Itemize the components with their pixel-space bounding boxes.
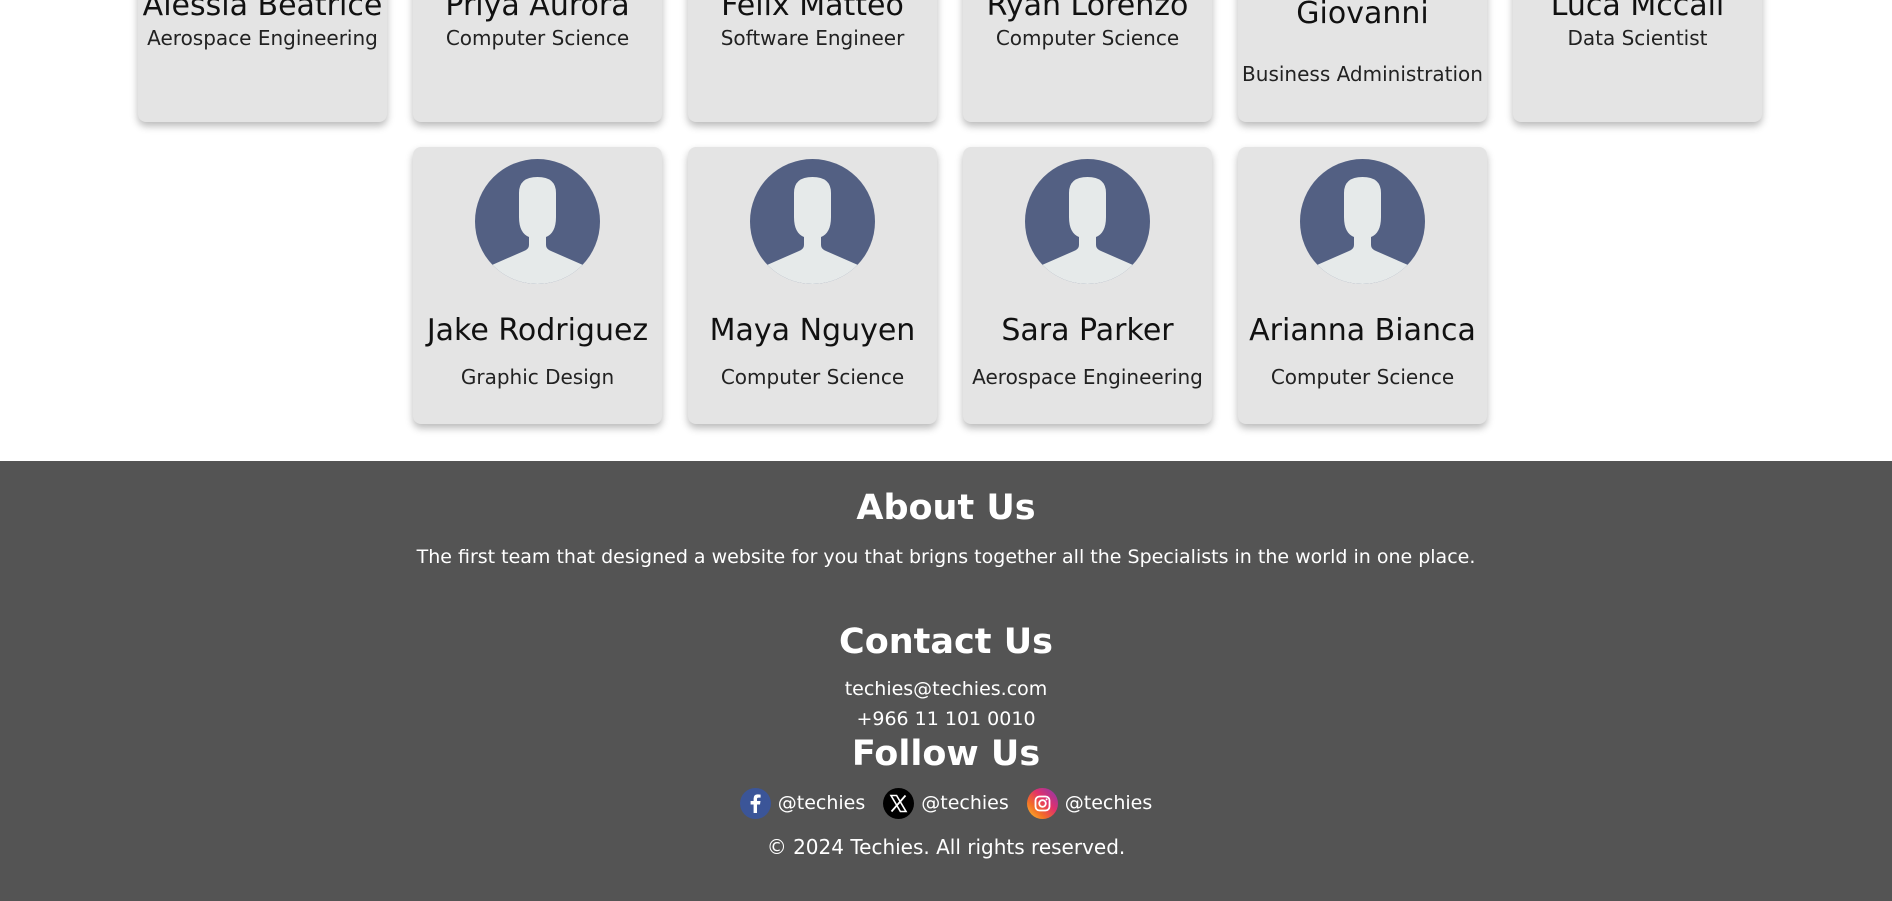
- team-card: Maya Nguyen Computer Science: [688, 147, 937, 424]
- site-footer: About Us The first team that designed a …: [0, 461, 1892, 901]
- instagram-link[interactable]: @techies: [1026, 787, 1153, 819]
- team-card: Ryan Lorenzo Computer Science: [963, 0, 1212, 122]
- team-card: Luca Mccall Data Scientist: [1513, 0, 1762, 122]
- x-handle: @techies: [921, 792, 1009, 814]
- member-major: Aerospace Engineering: [147, 26, 378, 50]
- member-major: Business Administration: [1242, 62, 1483, 86]
- member-name: Alessia Beatrice: [142, 0, 383, 23]
- member-major: Computer Science: [1270, 365, 1455, 389]
- member-name: Arianna Bianca: [1249, 313, 1476, 348]
- person-avatar-icon: [750, 159, 875, 284]
- member-name: Ryan Lorenzo: [986, 0, 1189, 23]
- member-major: Data Scientist: [1567, 26, 1708, 50]
- person-avatar-icon: [1300, 159, 1425, 284]
- person-avatar-icon: [1025, 159, 1150, 284]
- team-card: Sara Parker Aerospace Engineering: [963, 147, 1212, 424]
- facebook-link[interactable]: @techies: [739, 787, 866, 819]
- member-name: Maya Nguyen: [709, 313, 916, 348]
- member-name: Jake Rodriguez: [426, 313, 649, 348]
- about-us-heading: About Us: [856, 488, 1036, 528]
- team-card: Arianna Bianca Computer Science: [1238, 147, 1487, 424]
- team-card: Priya Aurora Computer Science: [413, 0, 662, 122]
- member-name: Felix Matteo: [721, 0, 904, 23]
- copyright-text: © 2024 Techies. All rights reserved.: [766, 835, 1126, 859]
- member-name: Luca Mccall: [1550, 0, 1725, 23]
- member-name: Priya Aurora: [445, 0, 630, 23]
- member-major: Computer Science: [995, 26, 1180, 50]
- member-major: Software Engineer: [720, 26, 905, 50]
- member-major: Computer Science: [720, 365, 905, 389]
- member-name: Isabella Giovanni: [1296, 0, 1429, 31]
- member-major: Computer Science: [445, 26, 630, 50]
- social-links: @techies @techies @techies: [0, 787, 1892, 819]
- x-link[interactable]: @techies: [883, 787, 1009, 819]
- facebook-icon: [739, 787, 771, 819]
- contact-email-link[interactable]: techies@techies.com: [0, 677, 1892, 701]
- team-card: Isabella Giovanni Business Administratio…: [1238, 0, 1487, 122]
- facebook-handle: @techies: [777, 792, 866, 814]
- about-us-text: The first team that designed a website f…: [416, 546, 1476, 568]
- person-avatar-icon: [475, 159, 600, 284]
- x-icon: [883, 787, 915, 819]
- contact-phone-link[interactable]: +966 11 101 0010: [0, 707, 1892, 731]
- team-card: Felix Matteo Software Engineer: [688, 0, 937, 122]
- follow-us-heading: Follow Us: [851, 734, 1041, 774]
- team-card: Alessia Beatrice Aerospace Engineering: [138, 0, 387, 122]
- member-major: Graphic Design: [460, 365, 615, 389]
- member-major: Aerospace Engineering: [972, 365, 1203, 389]
- instagram-handle: @techies: [1064, 792, 1153, 814]
- member-name: Sara Parker: [1001, 313, 1174, 348]
- contact-us-heading: Contact Us: [839, 622, 1053, 662]
- instagram-icon: [1026, 787, 1058, 819]
- team-card: Jake Rodriguez Graphic Design: [413, 147, 662, 424]
